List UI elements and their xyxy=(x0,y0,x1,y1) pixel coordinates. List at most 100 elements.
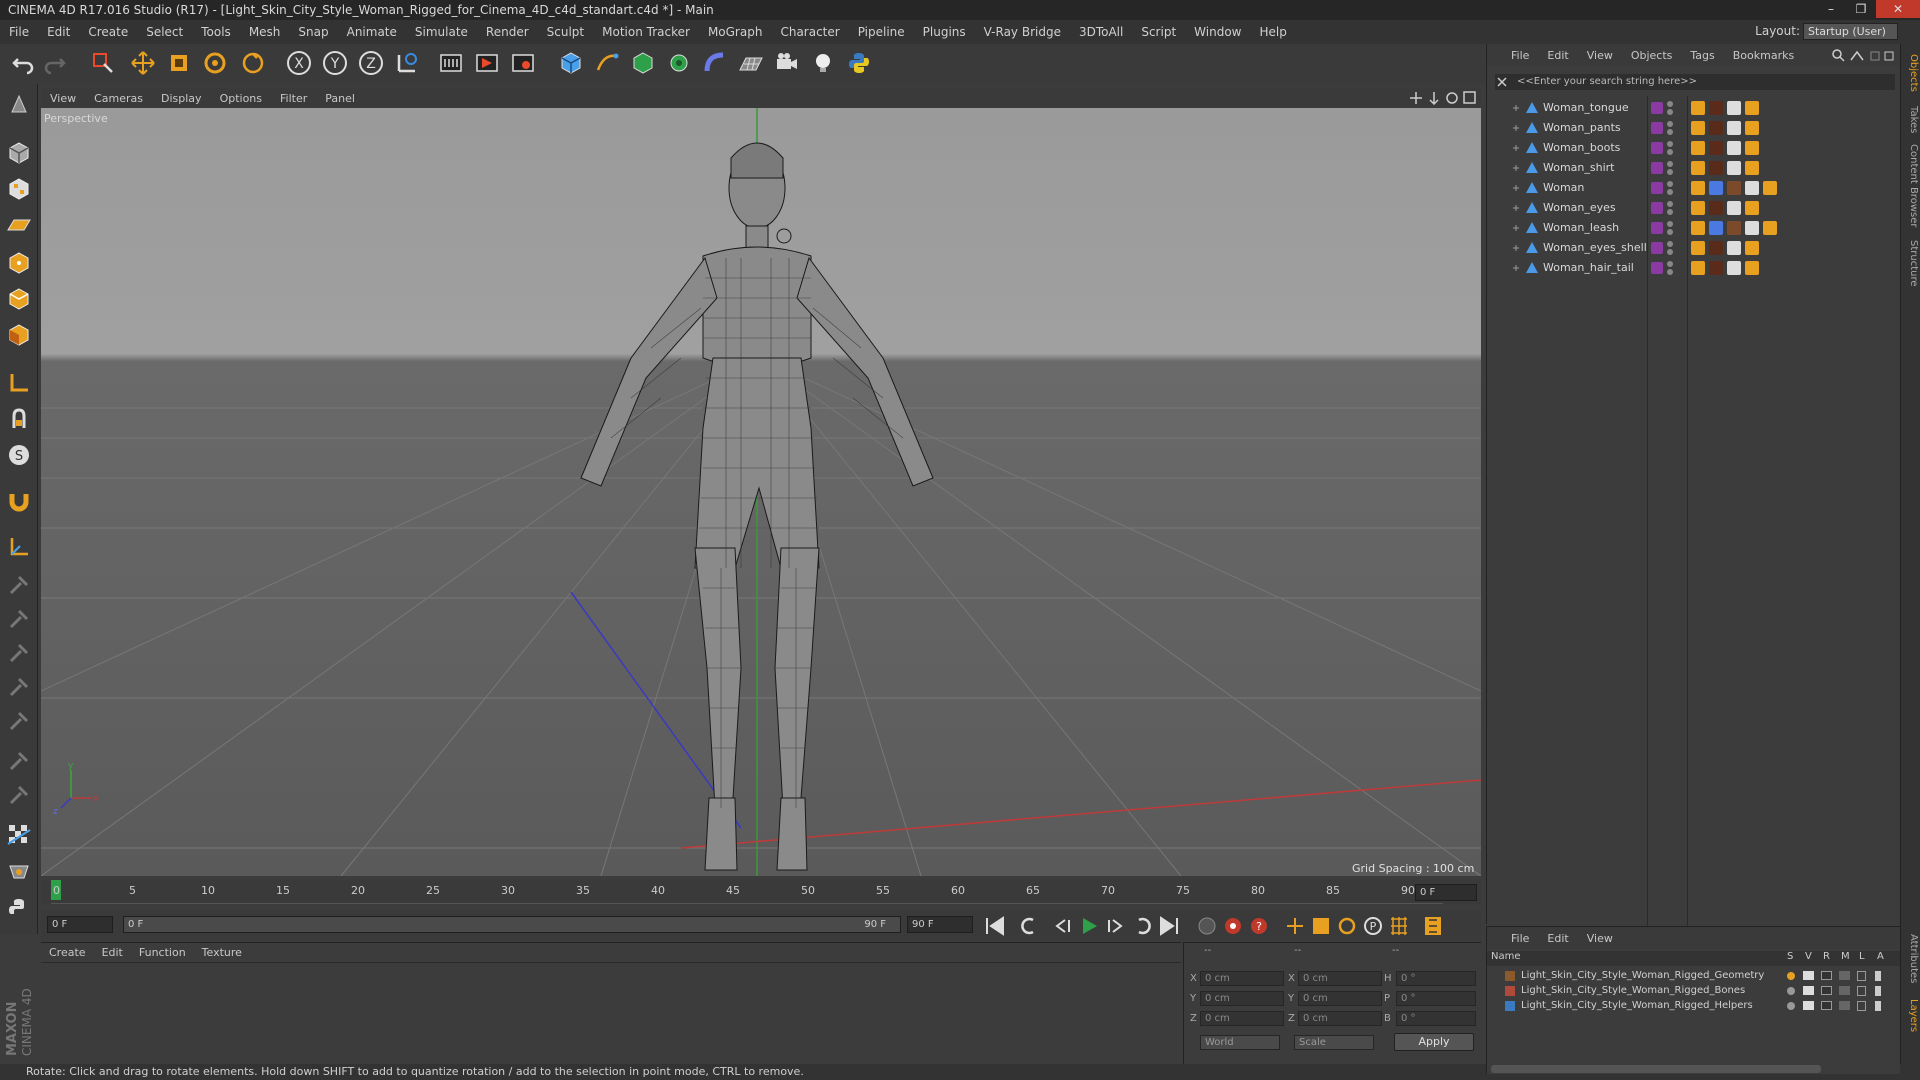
menu-vray-bridge[interactable]: V-Ray Bridge xyxy=(975,25,1070,39)
viewport-menu-cameras[interactable]: Cameras xyxy=(85,92,152,105)
object-tag-icon[interactable] xyxy=(1727,121,1741,135)
paint-tool-icon[interactable] xyxy=(3,856,35,886)
layer-render-icon[interactable] xyxy=(1821,971,1832,980)
render-visibility-dot[interactable] xyxy=(1667,149,1673,155)
expand-icon[interactable] xyxy=(1511,223,1521,233)
light-icon[interactable] xyxy=(808,48,838,78)
render-settings-icon[interactable] xyxy=(508,48,538,78)
camera-icon[interactable] xyxy=(772,48,802,78)
menu-file[interactable]: File xyxy=(0,25,38,39)
position-z-field[interactable]: 0 cm xyxy=(1200,1011,1284,1026)
layer-color-tag[interactable] xyxy=(1651,182,1663,194)
viewport-nav-icons[interactable] xyxy=(1410,90,1480,106)
menu-simulate[interactable]: Simulate xyxy=(406,25,477,39)
layer-animation-icon[interactable] xyxy=(1875,1001,1881,1011)
timeline-layout-icon[interactable] xyxy=(1425,917,1441,935)
layer-color-tag[interactable] xyxy=(1651,262,1663,274)
tab-attributes[interactable]: Attributes xyxy=(1903,934,1919,983)
array-icon[interactable] xyxy=(664,48,694,78)
subdivision-surface-icon[interactable] xyxy=(628,48,658,78)
goto-start-icon[interactable] xyxy=(986,916,1004,936)
snapping-icon[interactable]: S xyxy=(3,440,35,470)
layer-lock-icon[interactable] xyxy=(1857,971,1866,981)
layer-menu-view[interactable]: View xyxy=(1578,932,1622,945)
position-x-field[interactable]: 0 cm xyxy=(1200,971,1284,986)
editor-visibility-dot[interactable] xyxy=(1667,101,1673,107)
recent-tools-icon[interactable] xyxy=(238,48,268,78)
editor-visibility-dot[interactable] xyxy=(1667,161,1673,167)
cube-icon[interactable] xyxy=(556,48,586,78)
object-tag-icon[interactable] xyxy=(1691,221,1705,235)
tweak-mode-icon[interactable] xyxy=(3,404,35,434)
layer-menu-file[interactable]: File xyxy=(1487,932,1538,945)
object-tag-icon[interactable] xyxy=(1691,201,1705,215)
redo-icon[interactable] xyxy=(40,48,70,78)
menu-edit[interactable]: Edit xyxy=(38,25,79,39)
start-frame-field[interactable]: 0 F xyxy=(47,916,113,933)
key-pla-icon[interactable] xyxy=(1391,917,1407,935)
render-visibility-dot[interactable] xyxy=(1667,169,1673,175)
position-y-field[interactable]: 0 cm xyxy=(1200,991,1284,1006)
floor-icon[interactable] xyxy=(736,48,766,78)
minimize-button[interactable]: – xyxy=(1816,0,1846,18)
menu-animate[interactable]: Animate xyxy=(338,25,406,39)
render-visibility-dot[interactable] xyxy=(1667,269,1673,275)
tab-objects[interactable]: Objects xyxy=(1903,54,1919,92)
object-tag-icon[interactable] xyxy=(1727,181,1741,195)
spline-pen-icon[interactable] xyxy=(592,48,622,78)
menu-select[interactable]: Select xyxy=(137,25,192,39)
object-search-input[interactable]: <<Enter your search string here>> xyxy=(1495,74,1895,90)
layer-animation-icon[interactable] xyxy=(1875,986,1881,996)
object-tag-icon[interactable] xyxy=(1691,261,1705,275)
editor-visibility-dot[interactable] xyxy=(1667,221,1673,227)
object-tag-icon[interactable] xyxy=(1709,121,1723,135)
key-param-icon[interactable]: P xyxy=(1364,917,1382,935)
render-to-picture-viewer-icon[interactable] xyxy=(472,48,502,78)
layer-lock-icon[interactable] xyxy=(1857,1001,1866,1011)
object-menu-edit[interactable]: Edit xyxy=(1538,49,1577,62)
edges-mode-icon[interactable] xyxy=(3,284,35,314)
expand-icon[interactable] xyxy=(1511,103,1521,113)
object-row[interactable]: Woman_leash xyxy=(1487,218,1901,238)
menu-tools[interactable]: Tools xyxy=(192,25,240,39)
layer-color-tag[interactable] xyxy=(1651,202,1663,214)
object-row[interactable]: Woman xyxy=(1487,178,1901,198)
prev-frame-icon[interactable] xyxy=(1055,919,1070,933)
expand-icon[interactable] xyxy=(1511,123,1521,133)
z-axis-icon[interactable]: Z xyxy=(356,48,386,78)
deformer-icon[interactable] xyxy=(700,48,730,78)
record-icon[interactable] xyxy=(1225,918,1241,934)
axis-tool-icon[interactable] xyxy=(3,532,35,562)
object-tag-icon[interactable] xyxy=(1727,241,1741,255)
x-axis-icon[interactable]: X xyxy=(284,48,314,78)
expand-icon[interactable] xyxy=(1511,203,1521,213)
prev-key-icon[interactable] xyxy=(1021,917,1034,935)
object-row[interactable]: Woman_boots xyxy=(1487,138,1901,158)
layer-menu-edit[interactable]: Edit xyxy=(1538,932,1577,945)
key-rotate-icon[interactable] xyxy=(1338,917,1356,935)
material-menu-edit[interactable]: Edit xyxy=(94,946,131,959)
menu-mograph[interactable]: MoGraph xyxy=(699,25,772,39)
layer-solo-dot[interactable] xyxy=(1787,972,1795,980)
size-x-field[interactable]: 0 cm xyxy=(1298,971,1382,986)
menu-window[interactable]: Window xyxy=(1185,25,1250,39)
render-visibility-dot[interactable] xyxy=(1667,249,1673,255)
object-tag-icon[interactable] xyxy=(1691,181,1705,195)
model-mode-icon[interactable] xyxy=(3,138,35,168)
python-icon[interactable] xyxy=(844,48,874,78)
object-tag-icon[interactable] xyxy=(1709,181,1723,195)
render-visibility-dot[interactable] xyxy=(1667,209,1673,215)
menu-plugins[interactable]: Plugins xyxy=(914,25,975,39)
object-tag-icon[interactable] xyxy=(1763,221,1777,235)
layer-row[interactable]: Light_Skin_City_Style_Woman_Rigged_Geome… xyxy=(1487,969,1901,984)
render-visibility-dot[interactable] xyxy=(1667,189,1673,195)
object-menu-tags[interactable]: Tags xyxy=(1681,49,1723,62)
material-menu-create[interactable]: Create xyxy=(41,946,94,959)
rotate-icon[interactable] xyxy=(200,48,230,78)
menu-mesh[interactable]: Mesh xyxy=(240,25,290,39)
layer-color-swatch[interactable] xyxy=(1505,986,1515,996)
editor-visibility-dot[interactable] xyxy=(1667,241,1673,247)
autokey-icon[interactable]: ? xyxy=(1251,918,1267,934)
layer-visible-icon[interactable] xyxy=(1803,1001,1814,1010)
menu-render[interactable]: Render xyxy=(477,25,538,39)
